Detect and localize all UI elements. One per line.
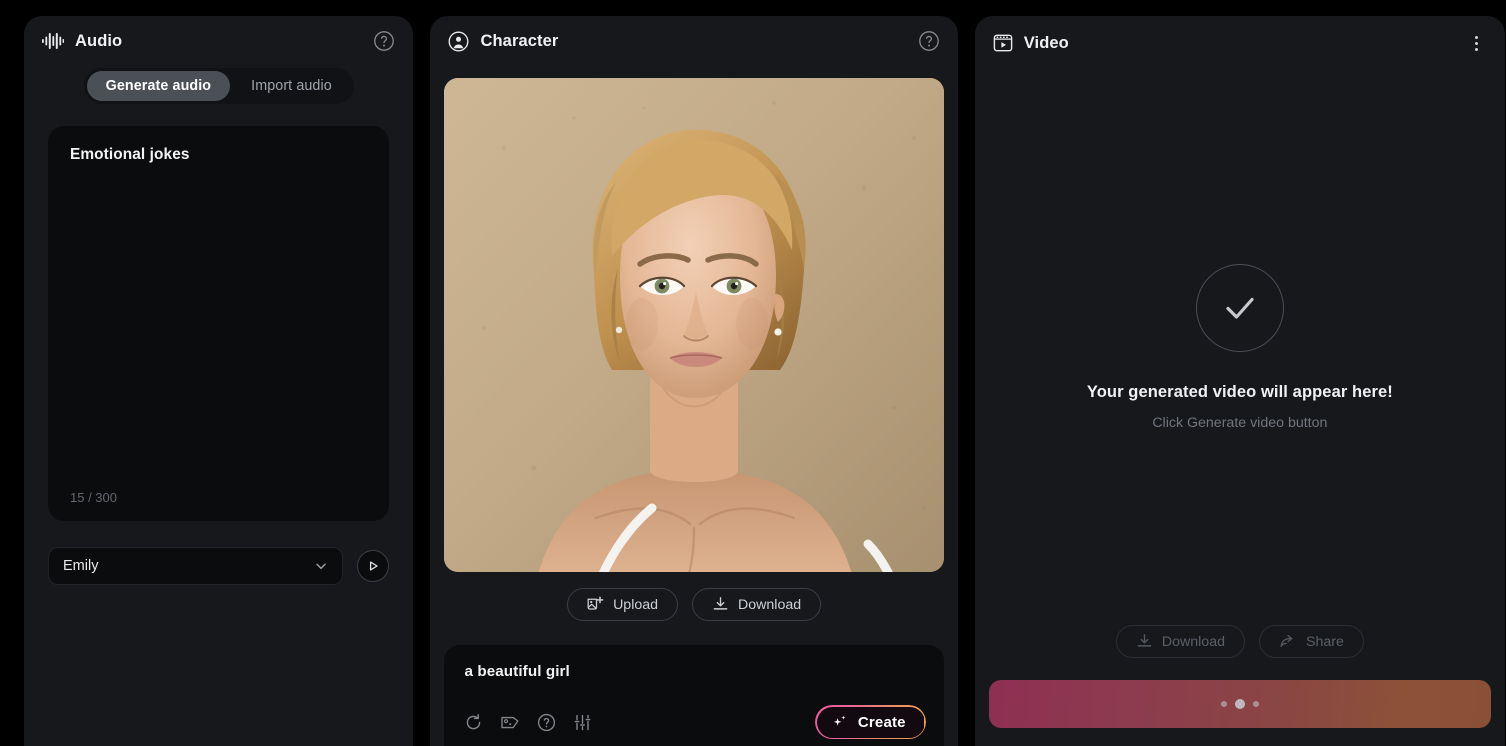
help-circle-icon[interactable] xyxy=(918,30,940,52)
download-icon xyxy=(712,596,729,613)
help-circle-icon[interactable] xyxy=(537,713,556,732)
video-panel-header-actions xyxy=(1465,32,1487,54)
three-dots-loader xyxy=(1220,699,1259,709)
audio-panel-label: Audio xyxy=(75,31,123,50)
user-circle-icon xyxy=(448,31,469,52)
help-circle-icon[interactable] xyxy=(373,30,395,52)
character-prompt-input[interactable]: a beautiful girl Create xyxy=(444,645,944,746)
character-panel-header-actions xyxy=(918,30,940,52)
character-panel-title-group: Character xyxy=(448,31,558,52)
character-panel: Character Upload Download a beautiful gi… xyxy=(430,16,958,746)
character-panel-header: Character xyxy=(430,16,957,66)
video-placeholder-title: Your generated video will appear here! xyxy=(1086,383,1393,401)
download-video-button-label: Download xyxy=(1161,633,1225,650)
sliders-icon[interactable] xyxy=(573,713,592,732)
script-char-count: 15 / 300 xyxy=(70,490,117,505)
upload-button-label: Upload xyxy=(613,596,659,613)
share-video-button[interactable]: Share xyxy=(1258,625,1364,658)
audio-panel-title-group: Audio xyxy=(42,32,122,51)
app-root: Audio Generate audio Import audio Emotio… xyxy=(0,0,1506,746)
generate-video-button[interactable] xyxy=(988,680,1491,728)
audio-waveform-icon xyxy=(42,32,64,50)
character-prompt-value: a beautiful girl xyxy=(464,663,570,680)
check-circle-icon xyxy=(1195,264,1284,352)
voice-select[interactable]: Emily xyxy=(48,547,344,585)
character-prompt-toolbar: Create xyxy=(464,698,926,746)
film-play-icon xyxy=(993,33,1013,53)
video-panel-title-group: Video xyxy=(993,33,1069,53)
video-panel: Video Your generated video will appear h… xyxy=(974,16,1505,746)
audio-panel-header: Audio xyxy=(24,16,413,66)
tab-generate-audio[interactable]: Generate audio xyxy=(86,71,231,101)
video-panel-header: Video xyxy=(975,16,1505,70)
character-panel-label: Character xyxy=(480,31,559,50)
character-preview-image[interactable] xyxy=(444,78,944,572)
download-video-button[interactable]: Download xyxy=(1115,625,1245,658)
prompt-tool-icons xyxy=(464,713,592,732)
refresh-icon[interactable] xyxy=(464,713,483,732)
download-character-button-label: Download xyxy=(738,596,802,613)
create-button[interactable]: Create xyxy=(814,705,926,739)
preview-voice-button[interactable] xyxy=(357,550,390,582)
sparkles-icon xyxy=(831,714,848,731)
video-panel-label: Video xyxy=(1023,33,1069,52)
kebab-menu-icon[interactable] xyxy=(1465,32,1487,54)
character-image-actions: Upload Download xyxy=(430,588,957,621)
image-plus-icon xyxy=(587,596,604,613)
audio-mode-segmented-control: Generate audio Import audio xyxy=(83,68,354,104)
dice-icon[interactable] xyxy=(500,713,520,732)
tab-import-audio[interactable]: Import audio xyxy=(232,71,351,101)
chevron-down-icon xyxy=(314,559,328,573)
video-actions: Download Share xyxy=(975,625,1505,680)
download-icon xyxy=(1136,633,1153,650)
share-arrow-icon xyxy=(1279,633,1297,650)
voice-selected-value: Emily xyxy=(63,558,99,574)
audio-panel: Audio Generate audio Import audio Emotio… xyxy=(24,16,414,746)
audio-mode-tabs: Generate audio Import audio xyxy=(24,68,413,104)
video-placeholder-subtitle: Click Generate video button xyxy=(1152,415,1328,431)
upload-button[interactable]: Upload xyxy=(567,588,679,621)
play-triangle-icon xyxy=(366,559,380,573)
video-placeholder: Your generated video will appear here! C… xyxy=(975,70,1505,625)
share-video-button-label: Share xyxy=(1305,633,1344,650)
script-textarea[interactable]: Emotional jokes 15 / 300 xyxy=(48,126,390,521)
script-value: Emotional jokes xyxy=(70,146,190,163)
download-character-button[interactable]: Download xyxy=(692,588,822,621)
voice-row: Emily xyxy=(48,547,390,585)
audio-panel-header-actions xyxy=(373,30,395,52)
create-button-label: Create xyxy=(857,713,906,731)
